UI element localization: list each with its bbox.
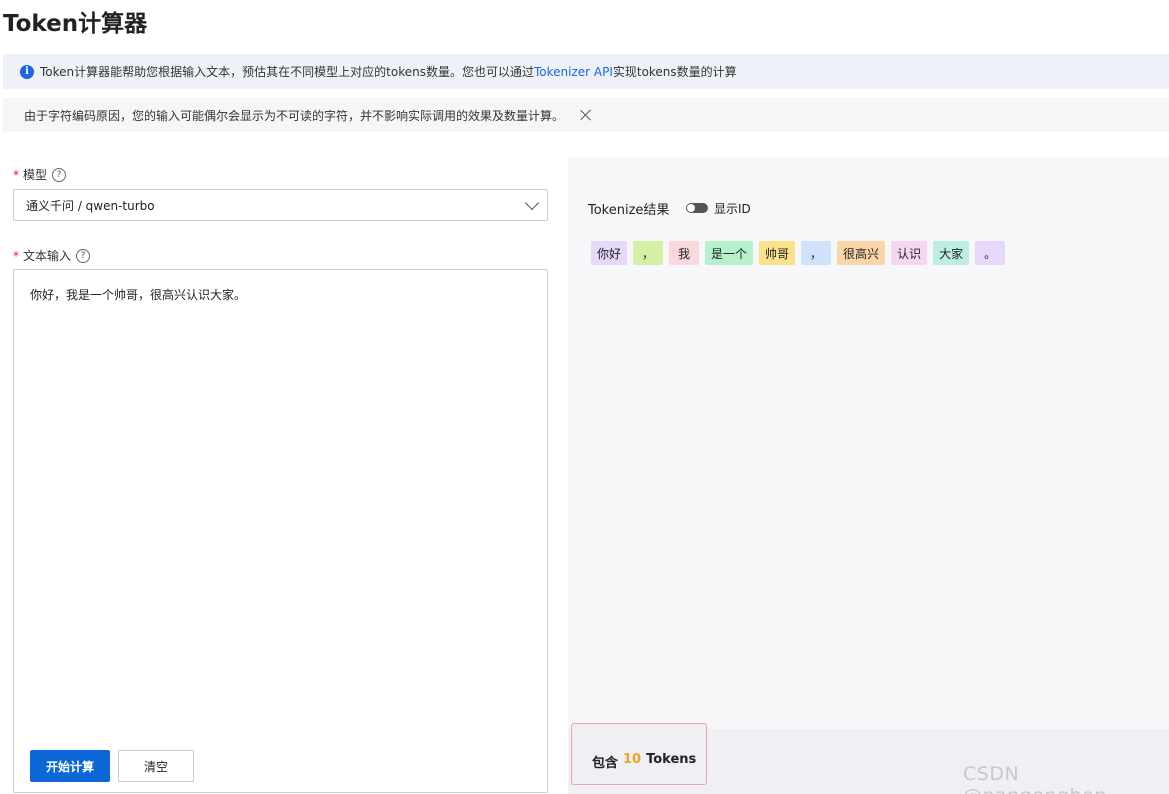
token-chip: ， bbox=[801, 241, 832, 265]
text-input-value: 你好，我是一个帅哥，很高兴认识大家。 bbox=[30, 288, 247, 302]
token-chip: 你好 bbox=[591, 241, 628, 265]
required-mark: * bbox=[13, 167, 19, 182]
model-label-text: 模型 bbox=[23, 168, 48, 182]
token-list: 你好，我是一个 帅哥，很高兴 认识 大家。 bbox=[591, 241, 1006, 265]
clear-button[interactable]: 清空 bbox=[118, 750, 194, 782]
warning-text: 由于字符编码原因，您的输入可能偶尔会显示为不可读的字符，并不影响实际调用的效果及… bbox=[24, 108, 565, 123]
token-chip: 是一个 bbox=[705, 241, 754, 265]
result-title: Tokenize结果 bbox=[588, 203, 670, 218]
tokenize-result-panel: Tokenize结果 显示ID 你好，我是一个 帅哥，很高兴 认识 大家。 包含 10… bbox=[568, 157, 1169, 794]
count-prefix: 包含 bbox=[592, 756, 619, 771]
show-id-label: 显示ID bbox=[714, 202, 751, 216]
show-id-toggle[interactable] bbox=[686, 203, 708, 213]
tokenizer-api-link[interactable]: Tokenizer API bbox=[534, 65, 613, 79]
token-chip: 很高兴 bbox=[837, 241, 886, 265]
count-number: 10 bbox=[623, 752, 642, 767]
token-chip: 我 bbox=[669, 241, 700, 265]
watermark: CSDN @nangonghen bbox=[963, 763, 1106, 794]
token-count-box: 包含 10 Tokens bbox=[571, 723, 707, 785]
chevron-down-icon bbox=[524, 195, 540, 211]
page-title: Token计算器 bbox=[3, 11, 148, 37]
token-chip: 。 bbox=[975, 241, 1006, 265]
text-input-label: * 文本输入 ? bbox=[13, 247, 91, 264]
question-icon[interactable]: ? bbox=[76, 248, 91, 263]
question-icon[interactable]: ? bbox=[52, 167, 67, 182]
count-suffix: Tokens bbox=[646, 752, 697, 767]
close-icon[interactable] bbox=[580, 109, 592, 121]
token-chip: ， bbox=[633, 241, 664, 265]
text-input-area[interactable]: 你好，我是一个帅哥，很高兴认识大家。 bbox=[13, 269, 548, 793]
text-input-label-text: 文本输入 bbox=[23, 249, 72, 263]
info-banner: i Token计算器能帮助您根据输入文本，预估其在不同模型上对应的tokens数… bbox=[3, 54, 1169, 89]
model-label: * 模型 ? bbox=[13, 166, 67, 183]
toggle-knob bbox=[687, 204, 695, 212]
token-chip: 认识 bbox=[891, 241, 928, 265]
token-count: 包含 10 Tokens bbox=[592, 752, 696, 771]
info-text-after: 实现tokens数量的计算 bbox=[612, 65, 737, 79]
info-icon: i bbox=[20, 64, 34, 79]
model-select-value: 通义千问 / qwen-turbo bbox=[26, 198, 155, 213]
calculate-button[interactable]: 开始计算 bbox=[30, 750, 110, 782]
token-chip: 大家 bbox=[933, 241, 970, 265]
required-mark: * bbox=[13, 248, 19, 263]
model-select[interactable]: 通义千问 / qwen-turbo bbox=[13, 189, 548, 221]
token-chip: 帅哥 bbox=[759, 241, 796, 265]
info-text-before: Token计算器能帮助您根据输入文本，预估其在不同模型上对应的tokens数量。… bbox=[40, 65, 534, 79]
encoding-warning-banner: 由于字符编码原因，您的输入可能偶尔会显示为不可读的字符，并不影响实际调用的效果及… bbox=[3, 98, 1169, 132]
